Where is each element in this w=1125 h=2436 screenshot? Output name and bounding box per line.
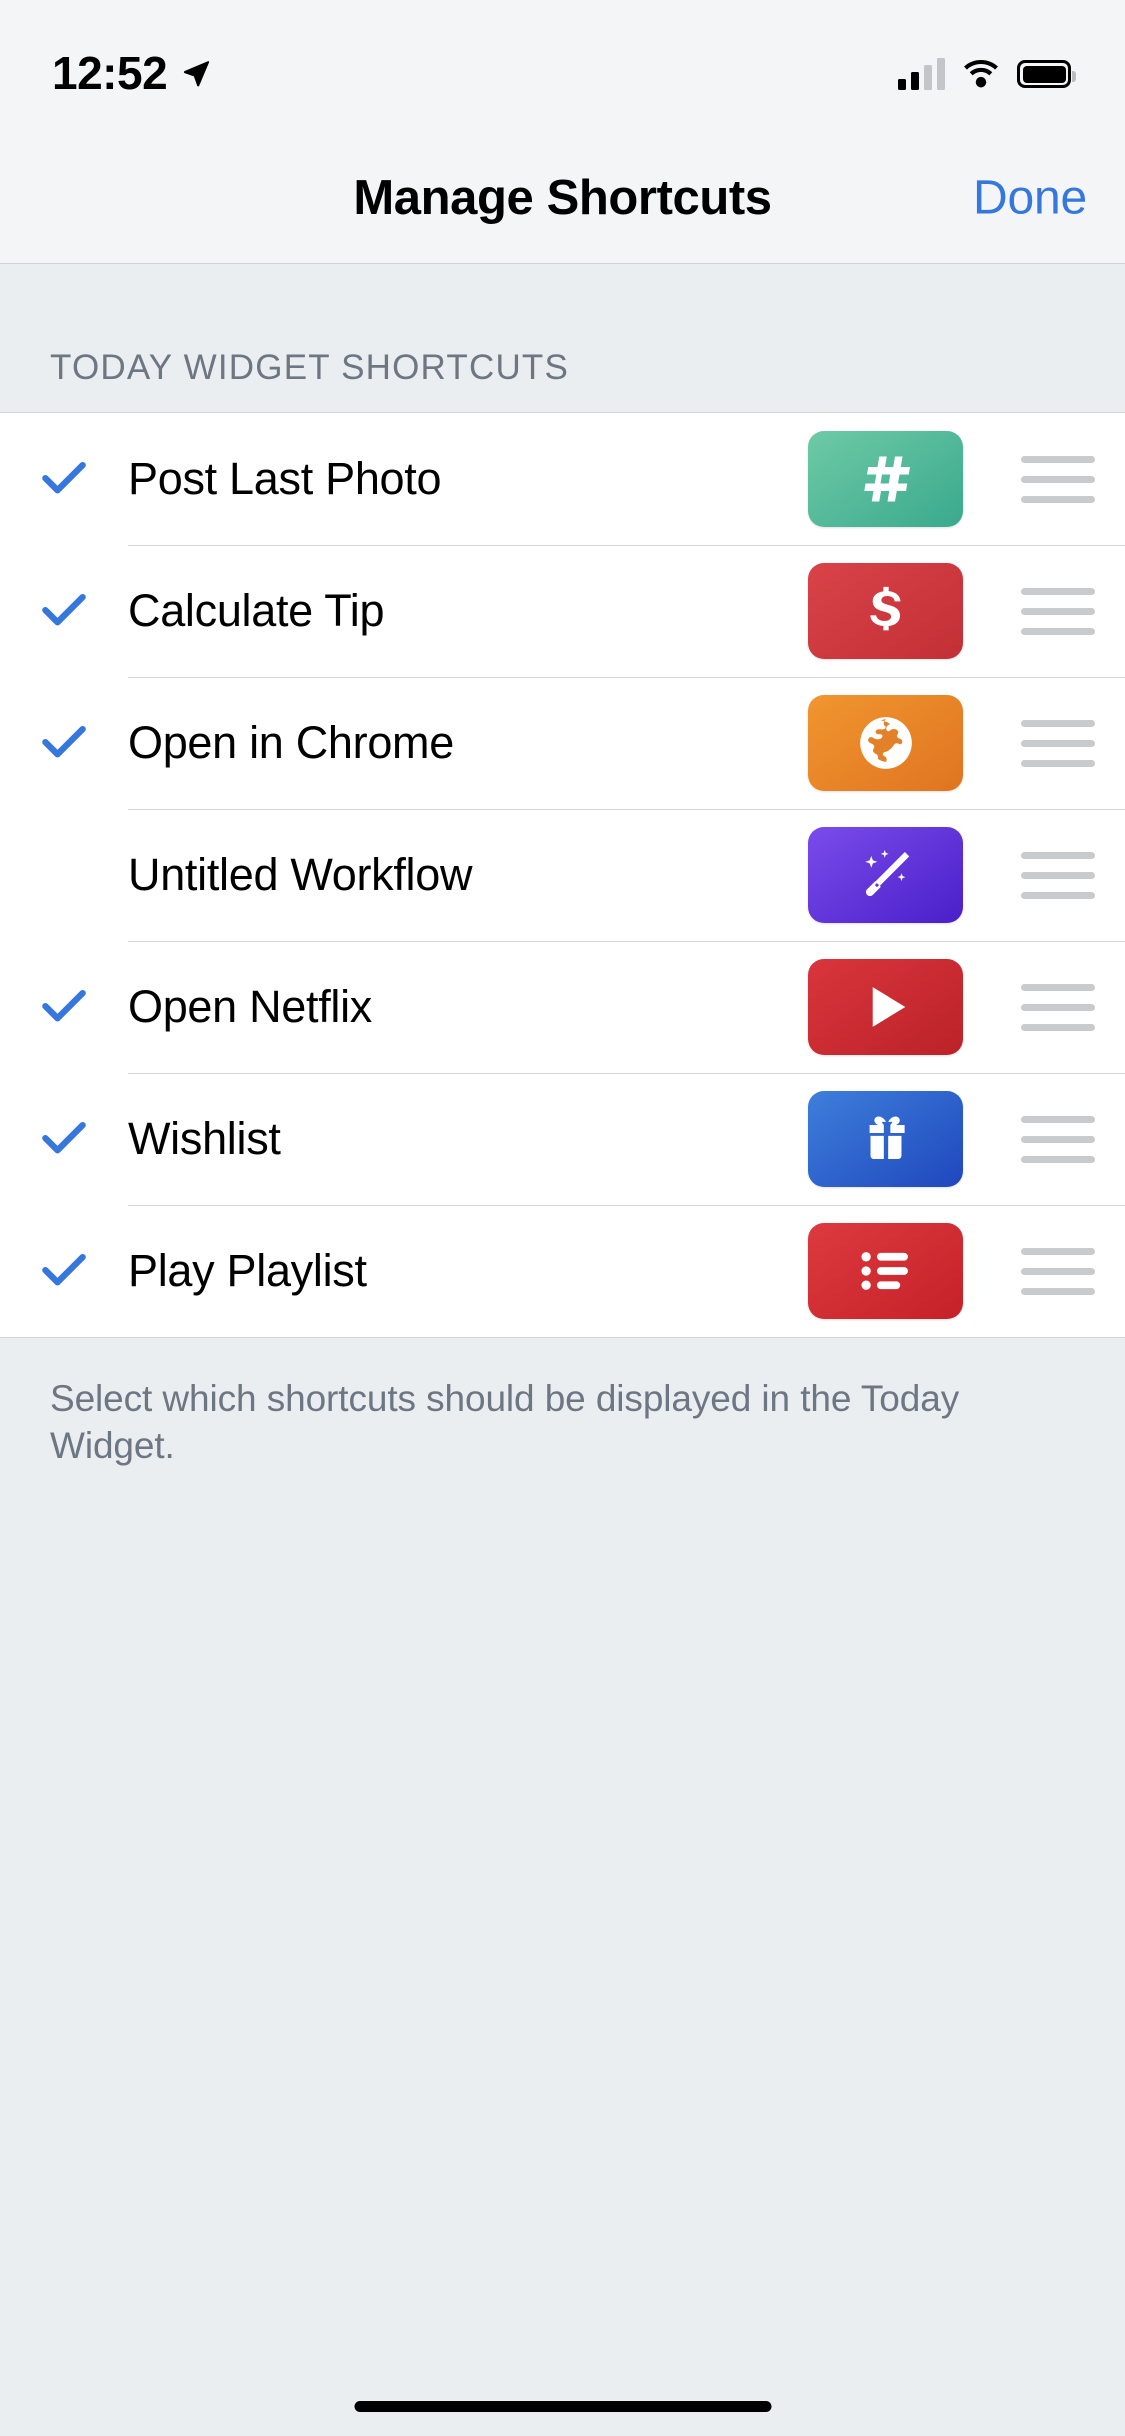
shortcuts-list: Post Last Photo Calculate Tip Open in Chro… [0, 412, 1125, 1338]
shortcut-name-label: Calculate Tip [128, 585, 385, 636]
shortcut-row[interactable]: Open Netflix [0, 941, 1125, 1073]
home-indicator [354, 2401, 771, 2412]
reorder-handle-icon[interactable] [1005, 809, 1125, 941]
checkmark-icon [42, 1121, 86, 1154]
globe-icon [855, 712, 917, 774]
magic-wand-icon [855, 844, 917, 906]
shortcut-icon-tile [808, 563, 963, 659]
checkmark-icon [42, 461, 86, 494]
status-bar-left: 12:52 [52, 32, 211, 100]
navigation-bar: Manage Shortcuts Done [0, 132, 1125, 264]
reorder-handle-icon[interactable] [1005, 413, 1125, 545]
shortcut-name-label: Open Netflix [128, 981, 373, 1032]
shortcut-checkbox[interactable] [0, 809, 128, 941]
shortcut-row[interactable]: Post Last Photo [0, 413, 1125, 545]
shortcut-icon-tile [808, 1223, 963, 1319]
hashtag-icon [856, 449, 916, 509]
reorder-handle-icon[interactable] [1005, 941, 1125, 1073]
shortcut-row[interactable]: Untitled Workflow [0, 809, 1125, 941]
shortcut-checkbox[interactable] [0, 413, 128, 545]
checkmark-icon [42, 725, 86, 758]
shortcut-row[interactable]: Play Playlist [0, 1205, 1125, 1337]
page-title: Manage Shortcuts [353, 170, 772, 225]
shortcut-checkbox[interactable] [0, 941, 128, 1073]
checkmark-icon [42, 1253, 86, 1286]
shortcut-row[interactable]: Calculate Tip [0, 545, 1125, 677]
shortcut-row[interactable]: Wishlist [0, 1073, 1125, 1205]
shortcut-row[interactable]: Open in Chrome [0, 677, 1125, 809]
checkmark-icon [42, 593, 86, 626]
status-bar: 12:52 [0, 0, 1125, 132]
reorder-handle-icon[interactable] [1005, 1205, 1125, 1337]
shortcut-name-label: Post Last Photo [128, 453, 442, 504]
dollar-sign-icon [857, 582, 915, 640]
shortcut-checkbox[interactable] [0, 1073, 128, 1205]
shortcut-icon-tile [808, 827, 963, 923]
battery-full-icon [1017, 60, 1076, 88]
shortcut-name-label: Open in Chrome [128, 717, 454, 768]
play-triangle-icon [857, 978, 915, 1036]
reorder-handle-icon[interactable] [1005, 1073, 1125, 1205]
done-button[interactable]: Done [973, 170, 1087, 225]
reorder-handle-icon[interactable] [1005, 677, 1125, 809]
location-arrow-icon [184, 61, 210, 87]
shortcut-checkbox[interactable] [0, 545, 128, 677]
shortcut-name-label: Wishlist [128, 1113, 281, 1164]
checkmark-icon [42, 989, 86, 1022]
shortcut-name-label: Untitled Workflow [128, 849, 473, 900]
section-header: TODAY WIDGET SHORTCUTS [0, 264, 1125, 412]
reorder-handle-icon[interactable] [1005, 545, 1125, 677]
shortcut-name-label: Play Playlist [128, 1245, 367, 1296]
shortcut-icon-tile [808, 695, 963, 791]
shortcut-checkbox[interactable] [0, 1205, 128, 1337]
status-bar-clock: 12:52 [52, 47, 168, 99]
cellular-signal-icon [898, 58, 945, 90]
shortcut-icon-tile [808, 959, 963, 1055]
shortcut-icon-tile [808, 431, 963, 527]
status-bar-right [898, 42, 1076, 90]
section-header-label: TODAY WIDGET SHORTCUTS [50, 348, 570, 387]
gift-icon [857, 1110, 915, 1168]
section-footer-note: Select which shortcuts should be display… [50, 1378, 960, 1466]
wifi-icon [964, 59, 998, 88]
shortcut-checkbox[interactable] [0, 677, 128, 809]
iphone-screen: 12:52 Manage Shortcuts Done TODAY WIDGET… [0, 0, 1125, 2436]
shortcut-icon-tile [808, 1091, 963, 1187]
bulleted-list-icon [855, 1240, 917, 1302]
